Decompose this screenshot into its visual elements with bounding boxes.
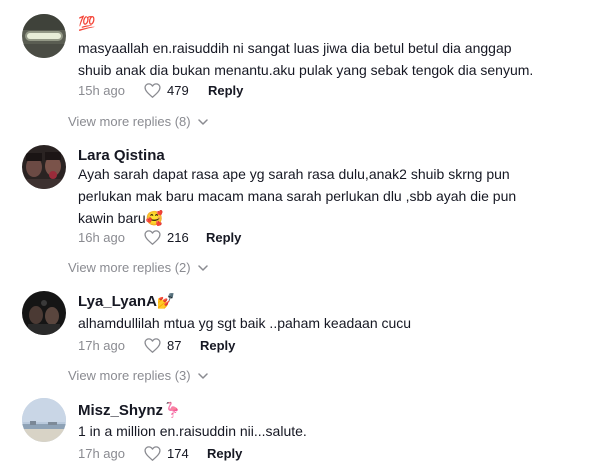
avatar[interactable] bbox=[22, 145, 66, 189]
avatar[interactable] bbox=[22, 398, 66, 442]
comment-text: alhamdullilah mtua yg sgt baik ..paham k… bbox=[78, 315, 412, 331]
comment-meta: 17h ago 174 Reply bbox=[78, 443, 242, 463]
like-count: 216 bbox=[167, 229, 189, 245]
chevron-down-icon bbox=[197, 372, 208, 379]
reply-button[interactable]: Reply bbox=[208, 83, 243, 98]
chevron-down-icon bbox=[197, 264, 208, 271]
heart-outline-icon[interactable] bbox=[144, 82, 161, 98]
avatar[interactable] bbox=[22, 14, 66, 58]
heart-outline-icon[interactable] bbox=[144, 445, 161, 461]
comment-meta: 16h ago 216 Reply bbox=[78, 227, 241, 247]
comment-meta: 15h ago 479 Reply bbox=[78, 80, 243, 100]
comment-text: 1 in a million en.raisuddin nii...salute… bbox=[78, 423, 307, 439]
username[interactable]: Lya_LyanA💅 bbox=[78, 292, 176, 310]
like-count: 87 bbox=[167, 337, 182, 353]
view-more-label: View more replies (3) bbox=[68, 368, 191, 383]
timestamp: 15h ago bbox=[78, 82, 125, 98]
username[interactable]: 💯 bbox=[78, 15, 95, 32]
reply-button[interactable]: Reply bbox=[200, 338, 235, 353]
timestamp: 17h ago bbox=[78, 337, 125, 353]
comment-text: Ayah sarah dapat rasa ape yg sarah rasa … bbox=[78, 166, 517, 226]
heart-outline-icon[interactable] bbox=[144, 229, 161, 245]
view-more-replies-button[interactable]: View more replies (2) bbox=[68, 260, 208, 275]
view-more-replies-button[interactable]: View more replies (8) bbox=[68, 114, 208, 129]
comment-meta: 17h ago 87 Reply bbox=[78, 335, 235, 355]
username[interactable]: Misz_Shynz🦩 bbox=[78, 401, 182, 419]
timestamp: 17h ago bbox=[78, 445, 125, 461]
like-count: 174 bbox=[167, 445, 189, 461]
view-more-label: View more replies (2) bbox=[68, 260, 191, 275]
timestamp: 16h ago bbox=[78, 229, 125, 245]
view-more-replies-button[interactable]: View more replies (3) bbox=[68, 368, 208, 383]
avatar[interactable] bbox=[22, 291, 66, 335]
heart-outline-icon[interactable] bbox=[144, 337, 161, 353]
reply-button[interactable]: Reply bbox=[206, 230, 241, 245]
comment-text: masyaallah en.raisuddih ni sangat luas j… bbox=[78, 40, 534, 78]
view-more-label: View more replies (8) bbox=[68, 114, 191, 129]
like-count: 479 bbox=[167, 82, 189, 98]
chevron-down-icon bbox=[197, 118, 208, 125]
reply-button[interactable]: Reply bbox=[207, 446, 242, 461]
username[interactable]: Lara Qistina bbox=[78, 147, 165, 164]
